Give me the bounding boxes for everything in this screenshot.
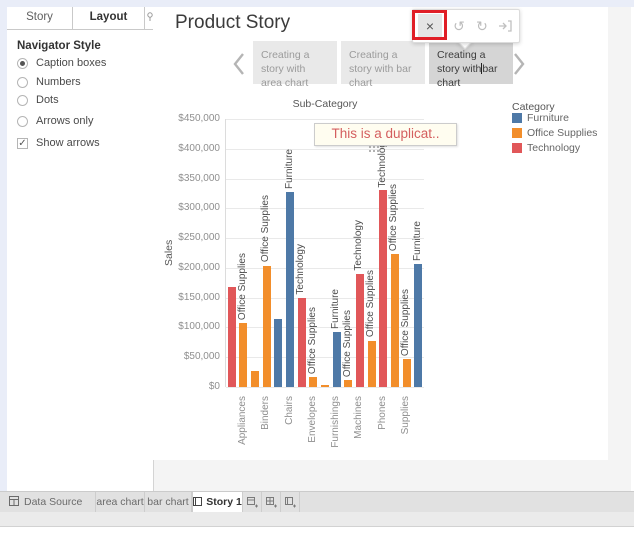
status-bar (0, 512, 634, 527)
radio-label: Dots (36, 94, 59, 106)
data-source-tab[interactable]: Data Source (0, 492, 96, 512)
radio-dots[interactable]: Dots (17, 93, 59, 107)
window-top-margin (0, 0, 634, 7)
show-arrows-checkbox[interactable]: ✓ Show arrows (17, 136, 100, 150)
legend-label: Office Supplies (527, 127, 597, 139)
radio-label: Arrows only (36, 115, 93, 127)
legend-item-furniture[interactable]: Furniture (512, 112, 569, 124)
legend-item-technology[interactable]: Technology (512, 142, 580, 154)
caption-box-area-chart[interactable]: Creating a story with area chart (253, 41, 337, 84)
canvas-bottom-gutter (153, 460, 608, 491)
radio-icon (17, 77, 28, 88)
y-axis-line (225, 119, 226, 387)
y-axis-label: Sales (163, 178, 175, 328)
radio-label: Caption boxes (36, 57, 106, 69)
sheet-tab-story-1[interactable]: Story 1 (192, 492, 243, 512)
new-story-button[interactable] (281, 492, 300, 512)
sheet-tab-bar: Data Source area chart bar chart Story 1 (0, 491, 634, 512)
next-caption-button[interactable] (511, 51, 527, 77)
legend-label: Technology (527, 142, 580, 154)
checkbox-label: Show arrows (36, 137, 100, 149)
radio-label: Numbers (36, 76, 81, 88)
technology-swatch (512, 143, 522, 153)
application-window: Story Layout Navigator Style Caption box… (0, 0, 634, 534)
tab-story[interactable]: Story (7, 7, 72, 28)
office-supplies-swatch (512, 128, 522, 138)
story-text-annotation[interactable]: This is a duplicat.. (314, 123, 457, 146)
tab-layout[interactable]: Layout (72, 7, 145, 29)
red-highlight-annotation (412, 10, 447, 40)
checkbox-checked-icon: ✓ (17, 138, 28, 149)
undo-icon[interactable]: ↺ (447, 14, 471, 38)
radio-arrows-only[interactable]: Arrows only (17, 114, 93, 128)
navigator-style-title: Navigator Style (17, 40, 101, 52)
new-worksheet-button[interactable] (243, 492, 262, 512)
pane-tabs: Story Layout (7, 7, 153, 30)
radio-caption-boxes[interactable]: Caption boxes (17, 56, 106, 70)
redo-icon[interactable]: ↻ (470, 14, 494, 38)
sheet-tab-area-chart[interactable]: area chart (96, 492, 145, 512)
prev-caption-button[interactable] (231, 51, 247, 77)
caption-box-bar-chart-selected[interactable]: Creating a story withbar chart (429, 41, 513, 84)
annotation-drag-handle[interactable] (369, 146, 378, 153)
legend-label: Furniture (527, 112, 569, 124)
radio-icon (17, 116, 28, 127)
apply-icon[interactable] (493, 14, 517, 38)
story-title: Product Story (175, 12, 290, 34)
furniture-swatch (512, 113, 522, 123)
radio-icon (17, 95, 28, 106)
data-source-label: Data Source (24, 496, 82, 508)
story-tab-label: Story 1 (206, 496, 242, 508)
sheet-tab-bar-chart[interactable]: bar chart (145, 492, 192, 512)
canvas-right-gutter (608, 7, 631, 491)
layout-pane: Story Layout Navigator Style Caption box… (7, 7, 154, 491)
caption-text-before-cursor: Creating a story with (437, 49, 485, 75)
legend-item-office-supplies[interactable]: Office Supplies (512, 127, 597, 139)
window-left-margin (0, 7, 7, 491)
chart-title: Sub-Category (226, 98, 424, 110)
caption-box-bar-chart[interactable]: Creating a story with bar chart (341, 41, 425, 84)
radio-numbers[interactable]: Numbers (17, 75, 81, 89)
new-dashboard-button[interactable] (262, 492, 281, 512)
radio-selected-icon (17, 58, 28, 69)
